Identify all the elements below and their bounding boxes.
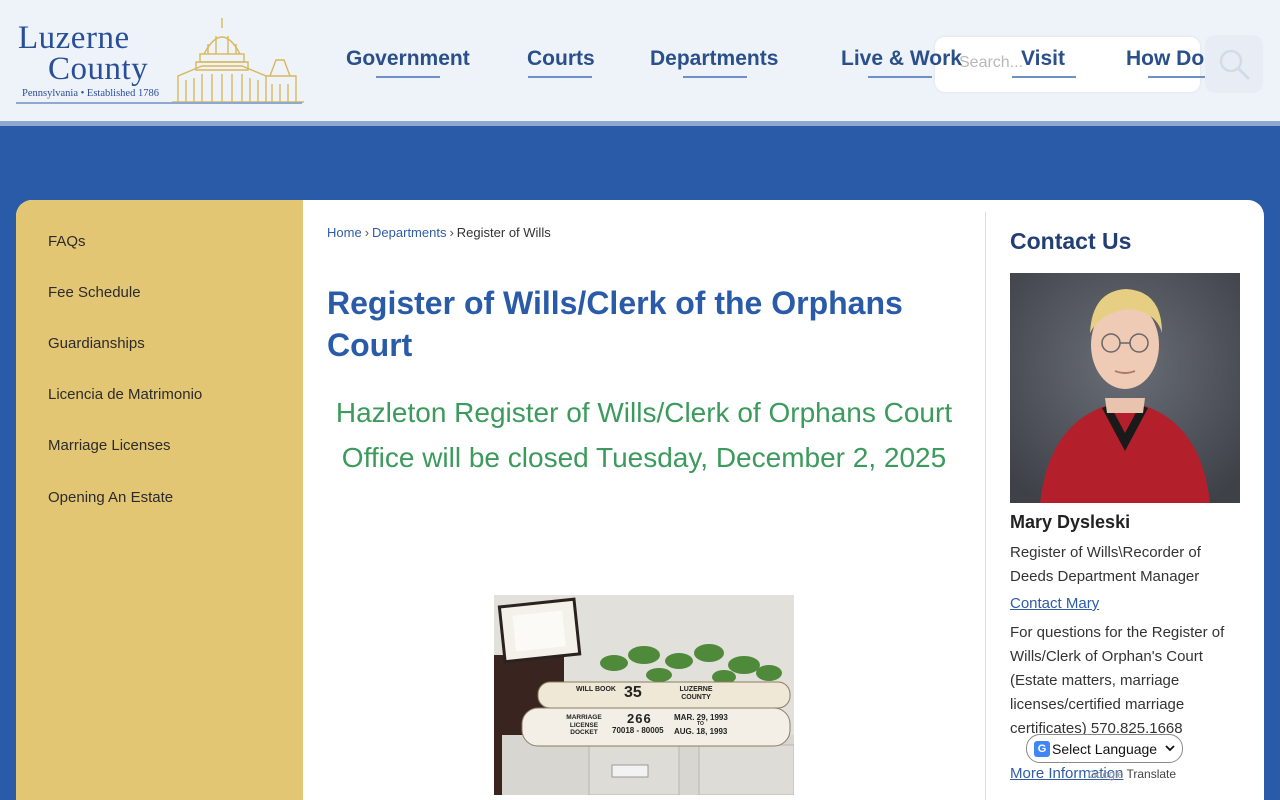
search-button[interactable]	[1205, 35, 1263, 93]
site-header: Luzerne County Pennsylvania • Establishe…	[0, 0, 1280, 121]
logo-word-county: County	[48, 51, 149, 87]
chevron-down-icon	[1165, 745, 1175, 752]
book1-number: 35	[624, 684, 642, 701]
translate-label: Translate	[1126, 767, 1177, 781]
language-select-label: Select Language	[1052, 741, 1158, 757]
nav-departments[interactable]: Departments	[650, 47, 778, 75]
logo-tagline: Pennsylvania • Established 1786	[22, 88, 159, 99]
contact-heading: Contact Us	[1010, 228, 1132, 254]
county-logo[interactable]: Luzerne County Pennsylvania • Establishe…	[14, 14, 306, 108]
book2-range: 70018 - 80005	[612, 726, 664, 735]
book1-left-label: WILL BOOK	[576, 686, 616, 693]
sidebar-item-guardianships[interactable]: Guardianships	[48, 335, 145, 352]
book2-date-end: AUG. 18, 1993	[674, 727, 728, 736]
search-icon	[1219, 49, 1250, 80]
nav-underline	[528, 76, 592, 78]
breadcrumb: Home › Departments › Register of Wills	[327, 225, 551, 240]
nav-underline	[1148, 76, 1212, 78]
courthouse-dome-icon	[172, 18, 304, 103]
nav-courts[interactable]: Courts	[527, 47, 595, 75]
ledger-books-photo: WILL BOOK 35 LUZERNE COUNTY MARRIAGE LIC…	[494, 595, 794, 795]
staff-portrait	[1010, 273, 1240, 503]
breadcrumb-departments[interactable]: Departments	[372, 225, 446, 240]
breadcrumb-separator: ›	[364, 225, 370, 240]
content-panel: FAQs Fee Schedule Guardianships Licencia…	[16, 200, 1264, 800]
closure-notice: Hazleton Register of Wills/Clerk of Orph…	[335, 397, 953, 473]
sidebar-item-faqs[interactable]: FAQs	[48, 233, 86, 250]
column-divider	[985, 212, 986, 800]
powered-by-translate: Google Translate	[1088, 767, 1176, 781]
search-input-placeholder[interactable]: Search...	[959, 54, 1023, 72]
nav-live-work[interactable]: Live & Work	[841, 47, 962, 75]
breadcrumb-current: Register of Wills	[456, 225, 551, 240]
book1-right-label: LUZERNE COUNTY	[679, 686, 713, 701]
nav-underline	[1012, 76, 1076, 78]
nav-underline	[376, 76, 440, 78]
sidebar-nav: FAQs Fee Schedule Guardianships Licencia…	[16, 200, 303, 800]
nav-government[interactable]: Government	[346, 47, 470, 75]
book2-left-label: MARRIAGE LICENSE DOCKET	[566, 714, 602, 736]
sidebar-item-licencia-de-matrimonio[interactable]: Licencia de Matrimonio	[48, 386, 202, 403]
sidebar-item-fee-schedule[interactable]: Fee Schedule	[48, 284, 141, 301]
breadcrumb-separator: ›	[449, 225, 454, 240]
breadcrumb-home[interactable]: Home	[327, 225, 362, 240]
contact-description: For questions for the Register of Wills/…	[1010, 624, 1225, 737]
nav-visit[interactable]: Visit	[1021, 47, 1065, 75]
google-g-icon: G	[1034, 741, 1050, 757]
nav-underline	[683, 76, 747, 78]
book2-number: 266	[627, 711, 652, 726]
page-title: Register of Wills/Clerk of the Orphans C…	[327, 285, 903, 363]
sidebar-item-marriage-licenses[interactable]: Marriage Licenses	[48, 437, 171, 454]
nav-underline	[868, 76, 932, 78]
sidebar-item-opening-an-estate[interactable]: Opening An Estate	[48, 489, 173, 506]
google-wordmark: Google	[1088, 769, 1124, 781]
language-select[interactable]: G Select Language	[1026, 734, 1183, 763]
contact-mary-link[interactable]: Contact Mary	[1010, 595, 1099, 612]
logo-underline	[16, 102, 302, 104]
contact-name: Mary Dysleski	[1010, 512, 1131, 532]
contact-role: Register of Wills\Recorder of Deeds Depa…	[1010, 544, 1201, 585]
header-divider	[0, 121, 1280, 126]
